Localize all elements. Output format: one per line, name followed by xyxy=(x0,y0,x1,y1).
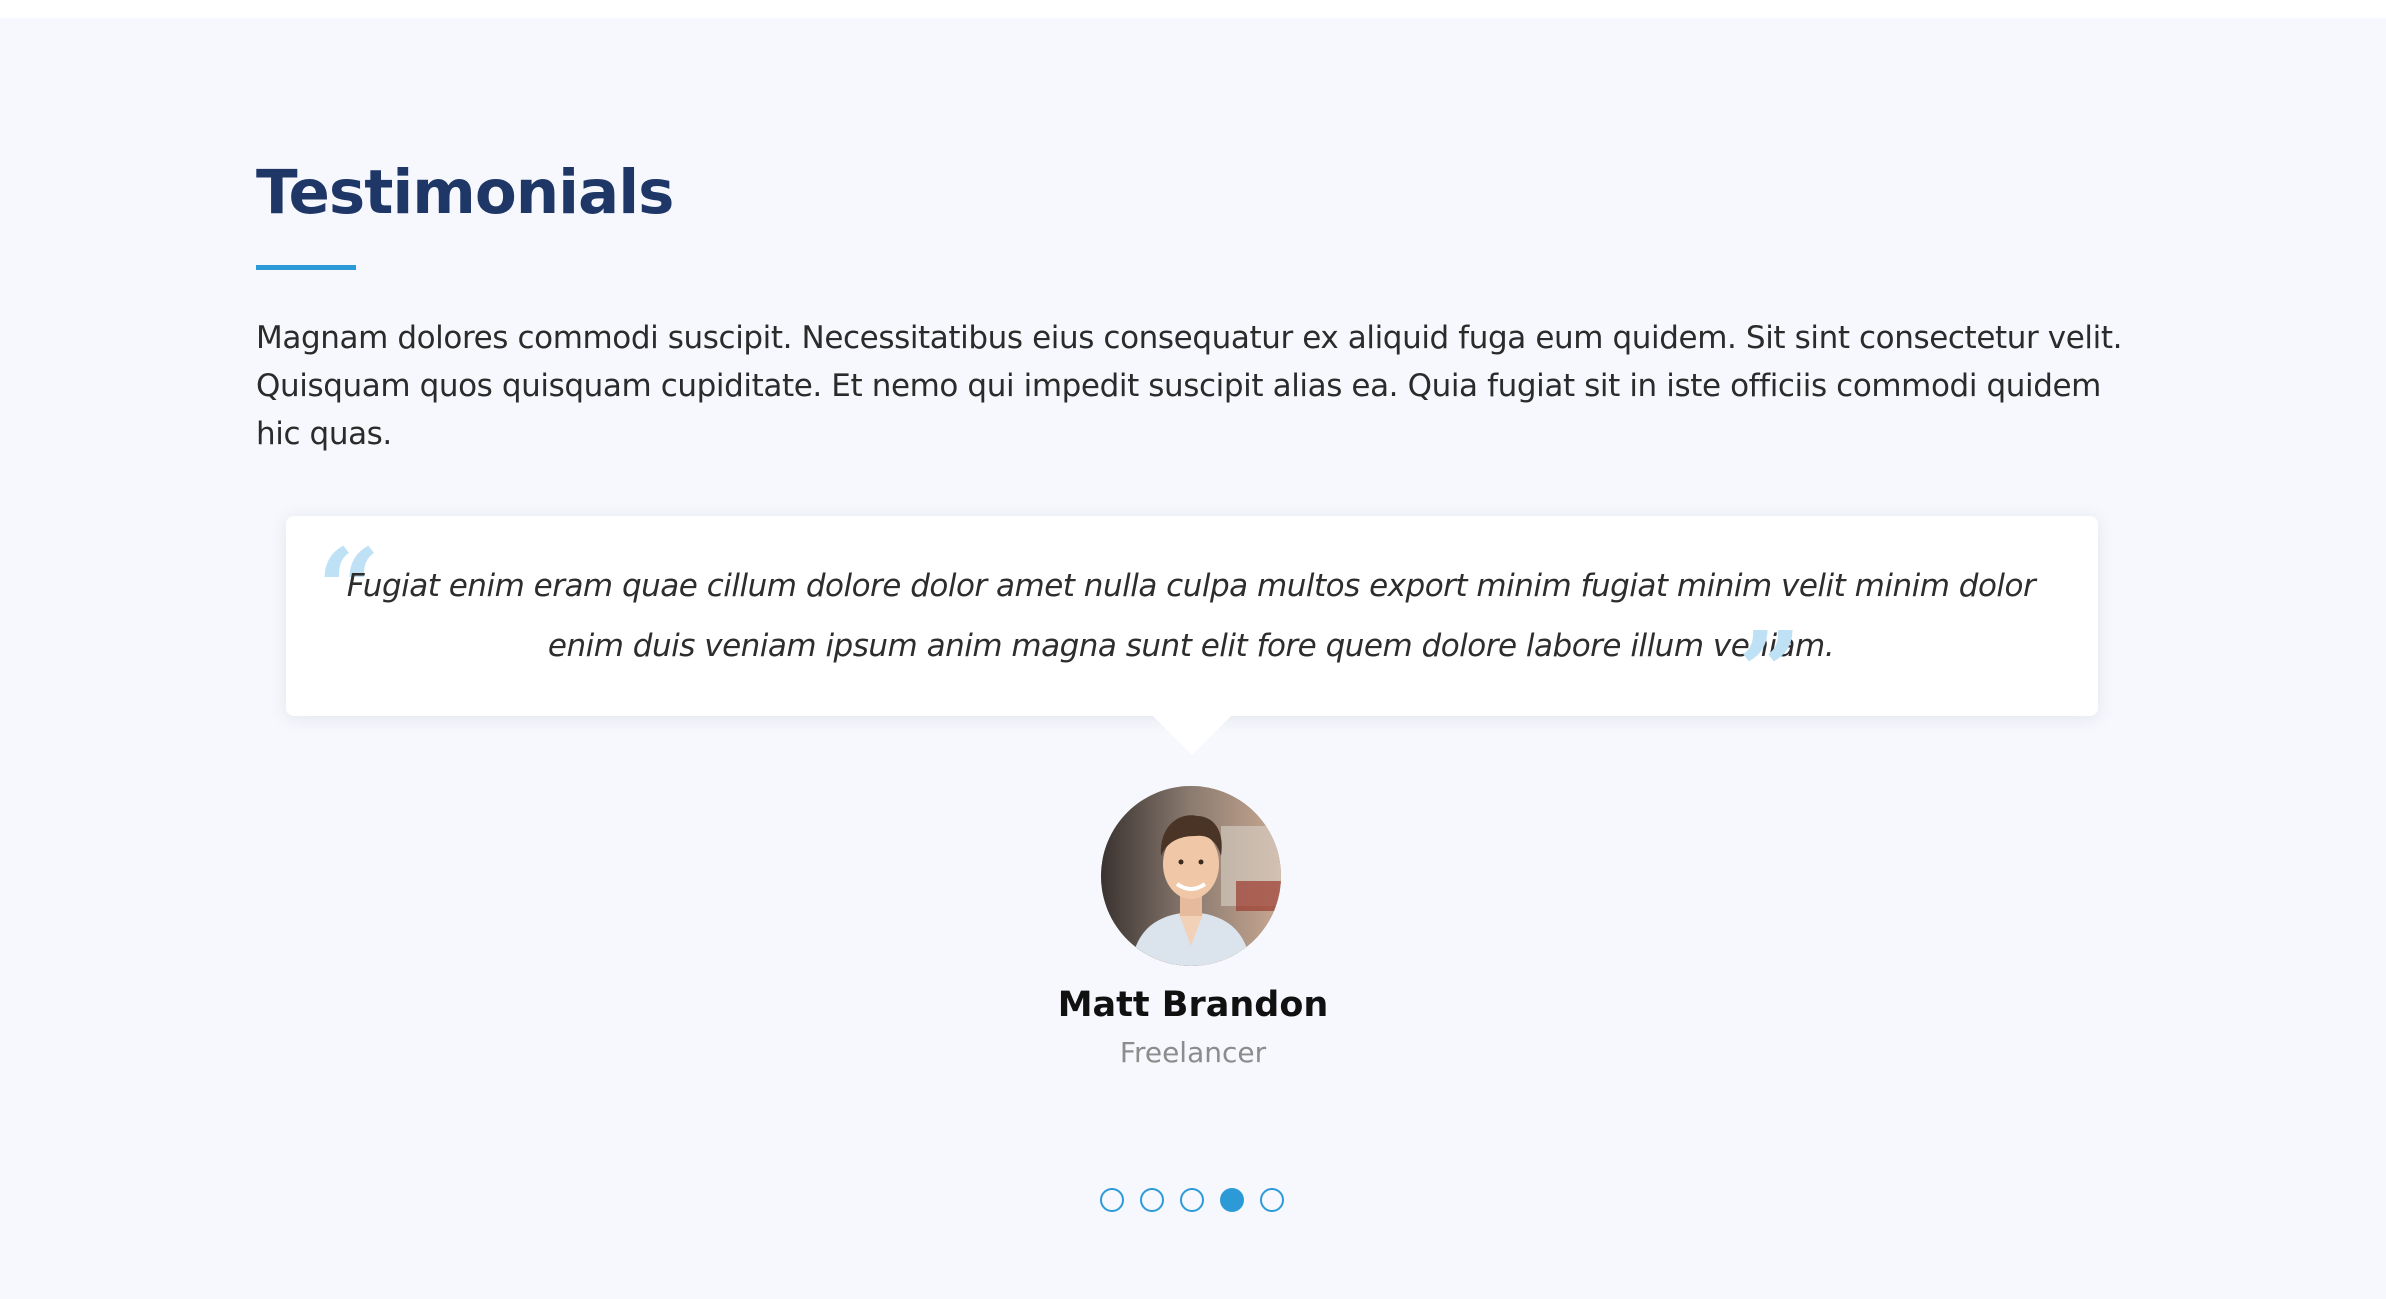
section-description: Magnam dolores commodi suscipit. Necessi… xyxy=(256,320,2123,452)
title-underline xyxy=(256,265,356,270)
testimonials-section: Testimonials Magnam dolores commodi susc… xyxy=(0,18,2386,1299)
pagination-dot-1[interactable] xyxy=(1100,1188,1124,1212)
person-role: Freelancer xyxy=(1119,1036,1267,1069)
pagination-dot-2[interactable] xyxy=(1140,1188,1164,1212)
quote-right-icon: ” xyxy=(1738,607,1802,736)
person-name: Matt Brandon xyxy=(1057,985,1329,1025)
pagination-dot-3[interactable] xyxy=(1180,1188,1204,1212)
avatar-photo xyxy=(1101,786,1281,966)
pagination-dot-5[interactable] xyxy=(1260,1188,1284,1212)
testimonial-card: “ Fugiat enim eram quae cillum dolore do… xyxy=(286,516,2098,727)
pagination-dot-4-active[interactable] xyxy=(1220,1188,1244,1212)
avatar xyxy=(1101,786,1281,966)
section-title: Testimonials xyxy=(256,157,674,228)
card-pointer-arrow xyxy=(1153,716,1231,755)
